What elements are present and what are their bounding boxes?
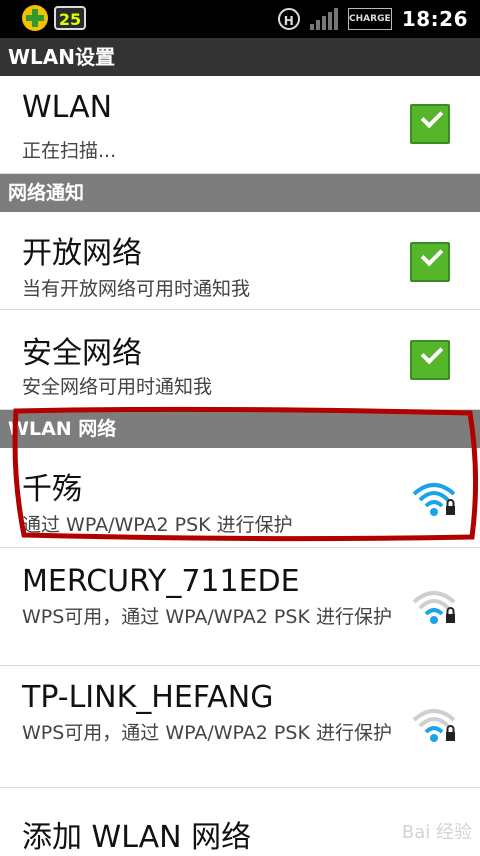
section-header-notifications: 网络通知 (0, 174, 480, 212)
wlan-status: 正在扫描... (22, 140, 117, 162)
cell-signal-icon (309, 8, 338, 30)
wlan-checkbox[interactable] (410, 104, 450, 144)
secure-network-title: 安全网络 (22, 336, 142, 371)
page-title-bar: WLAN设置 (0, 38, 480, 76)
battery-icon: CHARGE (347, 8, 392, 30)
network-item[interactable]: TP-LINK_HEFANG WPS可用，通过 WPA/WPA2 PSK 进行保… (0, 666, 480, 788)
wlan-toggle-row[interactable]: WLAN 正在扫描... (0, 76, 480, 174)
section-header-networks: WLAN 网络 (0, 410, 480, 448)
wifi-lock-icon (412, 709, 456, 742)
status-bar: 25 H CHARGE 18:26 (0, 0, 480, 38)
open-network-subtitle: 当有开放网络可用时通知我 (22, 278, 251, 300)
wifi-lock-icon (412, 483, 456, 516)
secure-network-checkbox[interactable] (410, 340, 450, 380)
wlan-toggle-title: WLAN (22, 90, 113, 125)
clock: 18:26 (401, 7, 468, 31)
network-item[interactable]: 千殇 通过 WPA/WPA2 PSK 进行保护 (0, 448, 480, 548)
secure-network-subtitle: 安全网络可用时通知我 (22, 376, 213, 398)
page-title: WLAN设置 (8, 45, 116, 69)
hspa-icon: H (277, 8, 300, 30)
network-security: 通过 WPA/WPA2 PSK 进行保护 (22, 514, 293, 536)
network-security: WPS可用，通过 WPA/WPA2 PSK 进行保护 (22, 722, 392, 744)
section-label: WLAN 网络 (8, 418, 117, 440)
open-network-title: 开放网络 (22, 236, 142, 271)
open-network-notify-row[interactable]: 开放网络 当有开放网络可用时通知我 (0, 212, 480, 310)
secure-network-notify-row[interactable]: 安全网络 安全网络可用时通知我 (0, 310, 480, 410)
add-network-label: 添加 WLAN 网络 (22, 820, 252, 855)
network-ssid: MERCURY_711EDE (22, 564, 300, 599)
section-label: 网络通知 (8, 182, 85, 204)
network-item[interactable]: MERCURY_711EDE WPS可用，通过 WPA/WPA2 PSK 进行保… (0, 548, 480, 666)
watermark: Bai 经验 (401, 822, 472, 843)
network-security: WPS可用，通过 WPA/WPA2 PSK 进行保护 (22, 606, 392, 628)
open-network-checkbox[interactable] (410, 242, 450, 282)
security-app-icon (22, 5, 48, 31)
wifi-lock-icon (412, 591, 456, 624)
network-ssid: TP-LINK_HEFANG (22, 680, 274, 715)
network-ssid: 千殇 (22, 472, 82, 507)
calendar-badge-icon: 25 (54, 6, 86, 30)
notification-icons: 25 (22, 5, 86, 31)
system-icons: H CHARGE 18:26 (277, 7, 468, 31)
